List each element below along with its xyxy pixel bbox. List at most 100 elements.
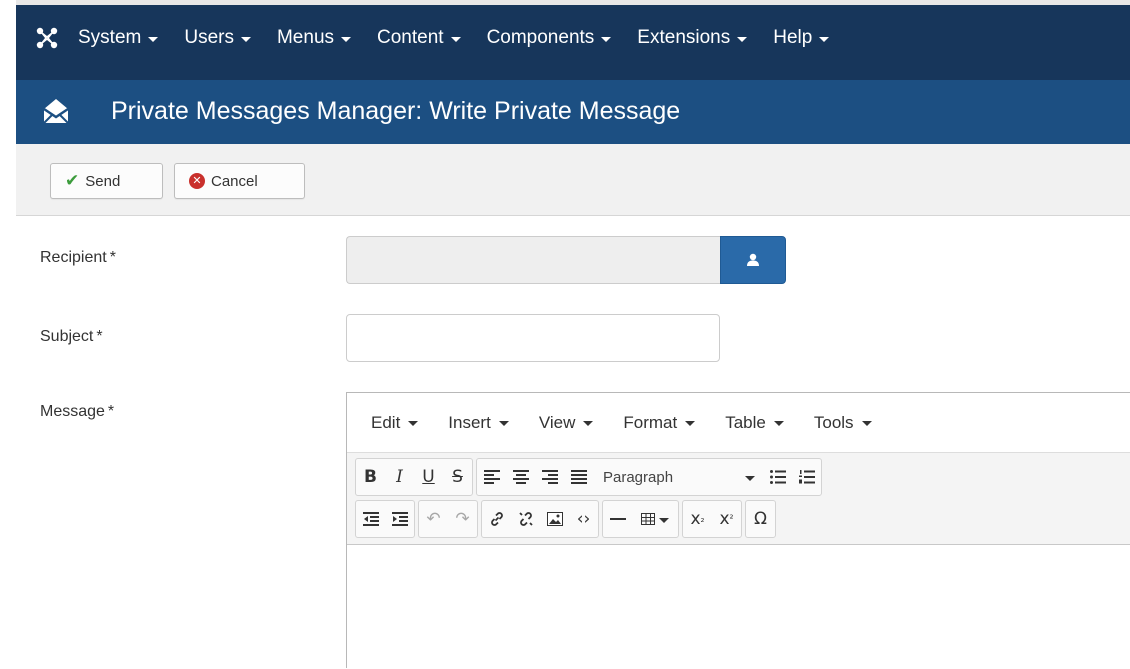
bold-button[interactable]: B <box>356 459 385 495</box>
horizontal-rule-icon[interactable] <box>603 501 632 537</box>
editor-menu-label: Format <box>623 412 678 432</box>
nav-item-label: System <box>78 27 142 48</box>
history-group: ↶ ↷ <box>418 500 478 538</box>
align-justify-icon[interactable] <box>564 459 593 495</box>
unlink-icon[interactable] <box>511 501 540 537</box>
special-char-group: Ω <box>745 500 776 538</box>
select-user-button[interactable] <box>720 236 786 284</box>
nav-item-menus[interactable]: Menus <box>276 26 352 50</box>
code-icon[interactable]: ‹› <box>569 501 598 537</box>
caret-down-icon <box>583 421 594 426</box>
special-character-icon[interactable]: Ω <box>746 501 775 537</box>
subscript-glyph: x <box>690 509 701 529</box>
cancel-button[interactable]: ✕ Cancel <box>174 163 305 199</box>
recipient-label-text: Recipient <box>40 249 107 266</box>
bullet-list-icon[interactable] <box>763 459 792 495</box>
align-right-icon[interactable] <box>535 459 564 495</box>
editor-toolbar: B I U S Paragraph ↶ ↷ ‹› x ₂ x ² Ω <box>347 453 1130 545</box>
check-icon: ✔ <box>65 171 80 191</box>
user-icon <box>747 253 759 266</box>
toolbar-row: ↶ ↷ ‹› x ₂ x ² Ω <box>355 500 1130 538</box>
toolbar-row: B I U S Paragraph <box>355 458 1130 496</box>
indent-icon[interactable] <box>385 501 414 537</box>
caret-down-icon <box>745 475 755 481</box>
numbered-list-icon[interactable] <box>792 459 821 495</box>
outdent-icon[interactable] <box>356 501 385 537</box>
top-navbar: System Users Menus Content Components Ex… <box>0 0 1130 80</box>
editor-content-area[interactable] <box>347 545 1130 669</box>
subscript-icon[interactable]: x₂ <box>683 501 712 537</box>
undo-icon[interactable]: ↶ <box>419 501 448 537</box>
strikethrough-button[interactable]: S <box>443 459 472 495</box>
editor-menu-label: View <box>538 412 576 432</box>
message-editor: Edit Insert View Format Table Tools B I … <box>346 392 1130 668</box>
caret-down-icon <box>861 421 872 426</box>
editor-menu-label: Insert <box>448 412 491 432</box>
redo-icon[interactable]: ↷ <box>448 501 477 537</box>
caret-down-icon <box>450 36 461 42</box>
message-label: Message * <box>40 403 114 421</box>
caret-down-icon <box>737 36 748 42</box>
nav-item-label: Users <box>184 27 234 48</box>
caret-down-icon <box>819 36 830 42</box>
align-left-icon[interactable] <box>477 459 506 495</box>
nav-item-help[interactable]: Help <box>773 26 830 50</box>
main-menu: System Users Menus Content Components Ex… <box>78 26 855 50</box>
nav-item-content[interactable]: Content <box>377 26 461 50</box>
editor-menu-label: Edit <box>371 412 401 432</box>
nav-item-users[interactable]: Users <box>184 26 251 50</box>
caret-down-icon <box>659 517 669 523</box>
nav-item-system[interactable]: System <box>78 26 159 50</box>
superscript-icon[interactable]: x² <box>712 501 741 537</box>
format-select[interactable]: Paragraph <box>593 459 763 495</box>
recipient-label: Recipient * <box>40 249 116 267</box>
italic-button[interactable]: I <box>385 459 414 495</box>
underline-button[interactable]: U <box>414 459 443 495</box>
nav-item-label: Help <box>773 27 813 48</box>
send-button-label: Send <box>85 172 121 190</box>
editor-menu-view[interactable]: View <box>539 413 594 433</box>
recipient-field[interactable] <box>346 236 720 284</box>
editor-menubar: Edit Insert View Format Table Tools <box>347 393 1130 453</box>
nav-item-label: Content <box>377 27 444 48</box>
editor-menu-label: Table <box>725 412 766 432</box>
message-label-text: Message <box>40 403 105 420</box>
subject-label-text: Subject <box>40 328 94 345</box>
caret-down-icon <box>498 421 509 426</box>
joomla-logo-icon[interactable] <box>35 26 59 50</box>
nav-item-extensions[interactable]: Extensions <box>637 26 748 50</box>
caret-down-icon <box>148 36 159 42</box>
image-icon[interactable] <box>540 501 569 537</box>
action-toolbar: ✔ Send ✕ Cancel <box>16 144 1130 216</box>
page-header: Private Messages Manager: Write Private … <box>16 80 1130 144</box>
editor-menu-format[interactable]: Format <box>623 412 696 433</box>
required-marker: * <box>96 328 103 345</box>
editor-menu-label: Tools <box>813 412 854 432</box>
editor-menu-table[interactable]: Table <box>725 413 784 433</box>
cancel-circle-icon: ✕ <box>189 173 205 189</box>
subject-input[interactable] <box>346 314 720 362</box>
editor-menu-insert[interactable]: Insert <box>448 413 509 433</box>
format-select-value: Paragraph <box>603 468 674 486</box>
editor-menu-tools[interactable]: Tools <box>814 413 872 433</box>
caret-down-icon <box>341 36 352 42</box>
misc-group <box>602 500 679 538</box>
insert-group: ‹› <box>481 500 599 538</box>
link-icon[interactable] <box>482 501 511 537</box>
align-center-icon[interactable] <box>506 459 535 495</box>
alignment-group: Paragraph <box>476 458 822 496</box>
send-button[interactable]: ✔ Send <box>50 163 163 199</box>
text-style-group: B I U S <box>355 458 473 496</box>
editor-menu-edit[interactable]: Edit <box>371 412 419 433</box>
table-icon[interactable] <box>632 501 678 537</box>
caret-down-icon <box>601 36 612 42</box>
caret-down-icon <box>408 421 419 426</box>
subject-label: Subject * <box>40 328 103 346</box>
cancel-button-label: Cancel <box>211 172 258 190</box>
nav-item-label: Menus <box>276 27 335 48</box>
caret-down-icon <box>685 421 696 426</box>
page-title: Private Messages Manager: Write Private … <box>111 97 681 125</box>
envelope-open-icon <box>42 96 70 126</box>
nav-item-components[interactable]: Components <box>487 26 612 50</box>
superscript-glyph: x <box>719 509 730 529</box>
